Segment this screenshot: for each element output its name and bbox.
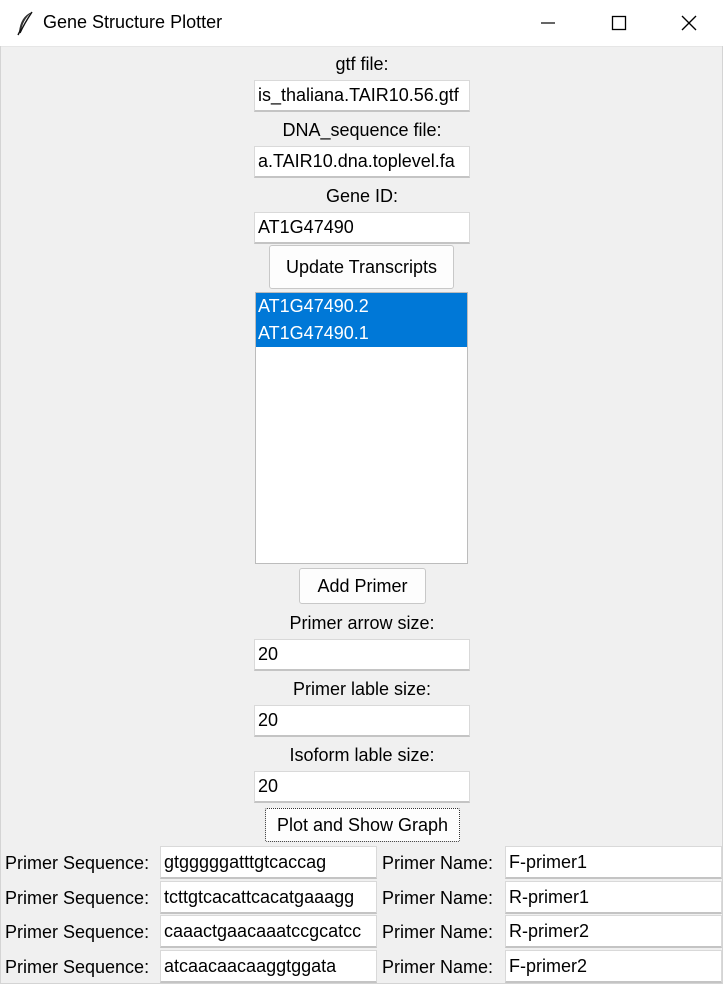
primer-sequence-field[interactable]: caaactgaacaaatccgcatcc	[160, 915, 377, 948]
minimize-icon	[541, 22, 555, 24]
feather-icon	[14, 10, 36, 36]
primer-label-size-field[interactable]: 20	[254, 705, 470, 737]
primer-name-label: Primer Name:	[382, 888, 494, 908]
primer-sequence-label: Primer Sequence:	[5, 853, 150, 873]
plot-and-show-graph-button[interactable]: Plot and Show Graph	[265, 808, 460, 842]
transcript-item[interactable]: AT1G47490.1	[256, 320, 467, 347]
close-icon	[681, 15, 697, 31]
isoform-label-size-label: Isoform lable size:	[289, 745, 435, 765]
primer-sequence-field[interactable]: tcttgtcacattcacatgaaagg	[160, 881, 377, 914]
gtf-file-label: gtf file:	[335, 54, 389, 74]
primer-sequence-field[interactable]: atcaacaacaaggtggata	[160, 950, 377, 983]
gtf-file-field[interactable]: is_thaliana.TAIR10.56.gtf	[254, 80, 470, 112]
window-title: Gene Structure Plotter	[43, 12, 223, 32]
minimize-button[interactable]	[513, 0, 583, 46]
gene-id-label: Gene ID:	[325, 186, 399, 206]
add-primer-button[interactable]: Add Primer	[299, 568, 426, 604]
primer-arrow-size-label: Primer arrow size:	[289, 613, 435, 633]
primer-name-field[interactable]: R-primer2	[505, 915, 722, 948]
close-button[interactable]	[654, 0, 723, 46]
maximize-button[interactable]	[584, 0, 654, 46]
maximize-icon	[611, 15, 627, 31]
primer-arrow-size-field[interactable]: 20	[254, 639, 470, 671]
primer-sequence-label: Primer Sequence:	[5, 922, 150, 942]
primer-label-size-label: Primer lable size:	[292, 679, 432, 699]
primer-name-field[interactable]: R-primer1	[505, 881, 722, 914]
gene-id-field[interactable]: AT1G47490	[254, 212, 470, 244]
primer-name-label: Primer Name:	[382, 957, 494, 977]
update-transcripts-button[interactable]: Update Transcripts	[269, 245, 454, 289]
title-bar: Gene Structure Plotter	[0, 0, 723, 47]
transcript-listbox[interactable]: AT1G47490.2 AT1G47490.1	[255, 292, 468, 564]
primer-sequence-label: Primer Sequence:	[5, 957, 150, 977]
primer-sequence-field[interactable]: gtgggggatttgtcaccag	[160, 846, 377, 879]
primer-name-label: Primer Name:	[382, 853, 494, 873]
primer-name-field[interactable]: F-primer2	[505, 950, 722, 983]
primer-name-field[interactable]: F-primer1	[505, 846, 722, 879]
dna-sequence-field[interactable]: a.TAIR10.dna.toplevel.fa	[254, 146, 470, 178]
transcript-item[interactable]: AT1G47490.2	[256, 293, 467, 320]
dna-sequence-label: DNA_sequence file:	[282, 120, 442, 140]
primer-name-label: Primer Name:	[382, 922, 494, 942]
isoform-label-size-field[interactable]: 20	[254, 771, 470, 803]
primer-sequence-label: Primer Sequence:	[5, 888, 150, 908]
